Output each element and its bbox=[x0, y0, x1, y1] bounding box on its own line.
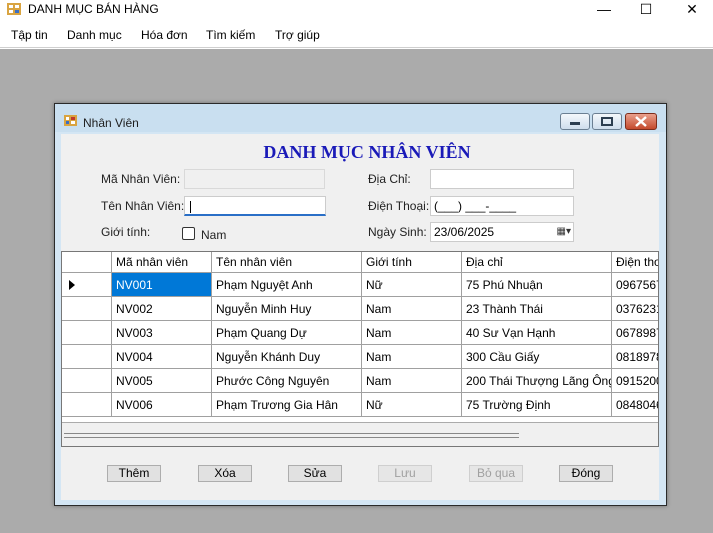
grid-body: Mã nhân viên Tên nhân viên Giới tính Địa… bbox=[62, 252, 658, 422]
grid-corner-header bbox=[62, 252, 112, 273]
grid-cell[interactable]: Phước Công Nguyên bbox=[212, 369, 362, 393]
ngay-sinh-value: 23/06/2025 bbox=[434, 225, 495, 239]
nam-checkbox-label: Nam bbox=[201, 228, 227, 242]
child-client-area: DANH MỤC NHÂN VIÊN Mã Nhân Viên: Tên Nhâ… bbox=[61, 134, 659, 500]
menubar: Tập tin Danh mục Hóa đơn Tìm kiếm Trợ gi… bbox=[0, 22, 713, 48]
grid-cell[interactable]: 0678987654 bbox=[612, 321, 658, 345]
grid-cell[interactable]: Phạm Trương Gia Hân bbox=[212, 393, 362, 417]
ma-nhan-vien-label: Mã Nhân Viên: bbox=[101, 172, 181, 186]
grid-cell[interactable]: Phạm Quang Dự bbox=[212, 321, 362, 345]
app-icon bbox=[7, 3, 21, 15]
scrollbar-thumb[interactable] bbox=[64, 433, 519, 438]
menu-danh-muc[interactable]: Danh mục bbox=[67, 28, 122, 42]
dia-chi-label: Địa Chỉ: bbox=[368, 172, 411, 186]
grid-cell[interactable]: Phạm Nguyệt Anh bbox=[212, 273, 362, 297]
grid-cell[interactable]: NV003 bbox=[112, 321, 212, 345]
grid-cell[interactable]: Nam bbox=[362, 345, 462, 369]
close-icon: ✕ bbox=[686, 1, 698, 17]
them-button[interactable]: Thêm bbox=[107, 465, 161, 482]
grid-cell[interactable]: Nguyễn Khánh Duy bbox=[212, 345, 362, 369]
menu-tro-giup[interactable]: Trợ giúp bbox=[275, 28, 320, 42]
menu-hoa-don[interactable]: Hóa đơn bbox=[141, 28, 188, 42]
grid-cell[interactable]: 300 Cầu Giấy bbox=[462, 345, 612, 369]
grid-cell[interactable]: NV002 bbox=[112, 297, 212, 321]
grid-cell[interactable]: Nam bbox=[362, 369, 462, 393]
grid-cell[interactable]: 23 Thành Thái bbox=[462, 297, 612, 321]
child-restore-button[interactable] bbox=[592, 113, 622, 130]
close-icon bbox=[635, 116, 647, 127]
current-row-arrow-icon bbox=[69, 280, 75, 290]
grid-cell[interactable]: Nam bbox=[362, 321, 462, 345]
grid-cell[interactable]: 0848046321 bbox=[612, 393, 658, 417]
row-header[interactable] bbox=[62, 297, 112, 321]
grid-cell[interactable]: Nữ bbox=[362, 273, 462, 297]
grid-cell[interactable]: 75 Phú Nhuận bbox=[462, 273, 612, 297]
grid-horizontal-scrollbar[interactable] bbox=[62, 423, 658, 446]
luu-button[interactable]: Lưu bbox=[378, 465, 432, 482]
col-header-ten[interactable]: Tên nhân viên bbox=[212, 252, 362, 273]
grid-cell[interactable]: 40 Sư Vạn Hạnh bbox=[462, 321, 612, 345]
minimize-icon: — bbox=[597, 1, 611, 17]
ngay-sinh-label: Ngày Sinh: bbox=[368, 225, 427, 239]
ten-nhan-vien-label: Tên Nhân Viên: bbox=[101, 199, 185, 213]
grid-cell[interactable]: Nguyễn Minh Huy bbox=[212, 297, 362, 321]
app-titlebar: DANH MỤC BÁN HÀNG — ☐ ✕ bbox=[0, 0, 713, 20]
grid-cell[interactable]: NV005 bbox=[112, 369, 212, 393]
grid-cell[interactable]: 0915200345 bbox=[612, 369, 658, 393]
gioi-tinh-label: Giới tính: bbox=[101, 225, 151, 239]
sua-button[interactable]: Sửa bbox=[288, 465, 342, 482]
ma-nhan-vien-input[interactable] bbox=[184, 169, 325, 189]
child-close-button[interactable] bbox=[625, 113, 657, 130]
grid-cell[interactable]: Nữ bbox=[362, 393, 462, 417]
row-header[interactable] bbox=[62, 321, 112, 345]
grid-cell[interactable]: 0818978234 bbox=[612, 345, 658, 369]
maximize-button[interactable]: ☐ bbox=[626, 0, 666, 18]
grid-cell[interactable]: 200 Thái Thượng Lãng Ông bbox=[462, 369, 612, 393]
row-header[interactable] bbox=[62, 273, 112, 297]
row-header[interactable] bbox=[62, 345, 112, 369]
minimize-icon bbox=[570, 122, 580, 125]
xoa-button[interactable]: Xóa bbox=[198, 465, 252, 482]
grid-cell[interactable]: 0376231498 bbox=[612, 297, 658, 321]
restore-icon bbox=[601, 117, 613, 126]
grid-cell[interactable]: 0967567890 bbox=[612, 273, 658, 297]
dien-thoai-label: Điện Thoại: bbox=[368, 199, 430, 213]
nhan-vien-window: Nhân Viên DANH MỤC NHÂN VIÊN Mã Nhân Viê… bbox=[54, 103, 667, 506]
col-header-dien-thoai[interactable]: Điện thoạ bbox=[612, 252, 658, 273]
close-button[interactable]: ✕ bbox=[672, 0, 712, 18]
child-minimize-button[interactable] bbox=[560, 113, 590, 130]
grid-cell[interactable]: Nam bbox=[362, 297, 462, 321]
grid-cell[interactable]: NV006 bbox=[112, 393, 212, 417]
ten-nhan-vien-input[interactable] bbox=[184, 196, 326, 216]
row-header[interactable] bbox=[62, 369, 112, 393]
nam-checkbox[interactable] bbox=[182, 227, 195, 240]
child-titlebar: Nhân Viên bbox=[55, 104, 666, 132]
child-title: Nhân Viên bbox=[83, 116, 139, 130]
bo-qua-button[interactable]: Bỏ qua bbox=[469, 465, 523, 482]
ngay-sinh-picker[interactable]: 23/06/2025 ▦▾ bbox=[430, 222, 574, 242]
menu-tap-tin[interactable]: Tập tin bbox=[11, 28, 48, 42]
col-header-gioi-tinh[interactable]: Giới tính bbox=[362, 252, 462, 273]
nhan-vien-grid[interactable]: Mã nhân viên Tên nhân viên Giới tính Địa… bbox=[61, 251, 659, 447]
dia-chi-input[interactable] bbox=[430, 169, 574, 189]
app-title: DANH MỤC BÁN HÀNG bbox=[28, 2, 159, 16]
minimize-button[interactable]: — bbox=[584, 0, 624, 18]
menu-tim-kiem[interactable]: Tìm kiếm bbox=[206, 28, 255, 42]
grid-cell[interactable]: NV004 bbox=[112, 345, 212, 369]
col-header-ma[interactable]: Mã nhân viên bbox=[112, 252, 212, 273]
dong-button[interactable]: Đóng bbox=[559, 465, 613, 482]
calendar-dropdown-icon[interactable]: ▦▾ bbox=[549, 225, 571, 239]
row-header[interactable] bbox=[62, 393, 112, 417]
dien-thoai-input[interactable]: (___) ___-____ bbox=[430, 196, 574, 216]
maximize-icon: ☐ bbox=[639, 1, 653, 17]
form-title: DANH MỤC NHÂN VIÊN bbox=[263, 142, 471, 162]
grid-cell[interactable]: NV001 bbox=[112, 273, 212, 297]
col-header-dia-chi[interactable]: Địa chỉ bbox=[462, 252, 612, 273]
grid-cell[interactable]: 75 Trường Định bbox=[462, 393, 612, 417]
child-window-icon bbox=[64, 115, 77, 126]
